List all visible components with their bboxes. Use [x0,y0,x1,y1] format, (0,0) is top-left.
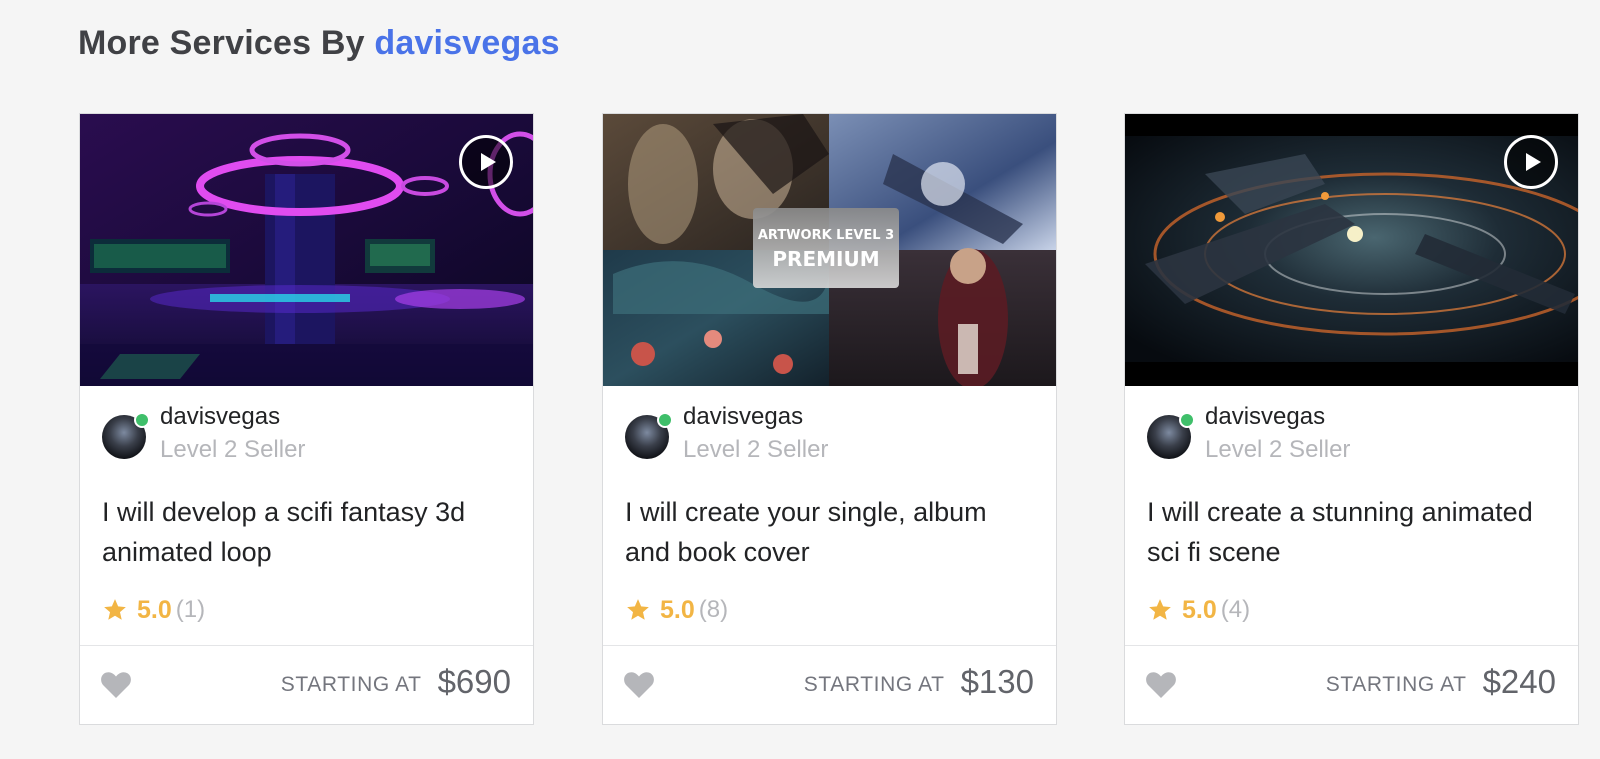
gig-thumbnail[interactable]: ARTWORK LEVEL 3 PREMIUM [603,114,1056,386]
gig-thumbnail[interactable] [80,114,533,386]
seller-avatar[interactable] [1147,412,1195,459]
gig-card: ARTWORK LEVEL 3 PREMIUM davisvegas Level… [602,113,1057,725]
gig-price[interactable]: $240 [1483,663,1556,701]
gig-price[interactable]: $690 [438,663,511,701]
seller-level: Level 2 Seller [160,436,306,463]
seller-info: davisvegas Level 2 Seller [102,403,522,467]
seller-info: davisvegas Level 2 Seller [625,403,1045,467]
play-icon [481,153,496,171]
seller-name[interactable]: davisvegas [1205,403,1325,431]
online-status-indicator [657,412,673,428]
seller-level: Level 2 Seller [1205,436,1351,463]
review-count: (4) [1220,596,1251,623]
gig-card: davisvegas Level 2 Seller I will develop… [79,113,534,725]
seller-name[interactable]: davisvegas [683,403,803,431]
gig-title-link[interactable]: I will create your single, album and boo… [625,492,1035,572]
price-info: STARTING AT $130 [804,662,1034,702]
gig-title-link[interactable]: I will create a stunning animated sci fi… [1147,492,1557,572]
gig-card-list: davisvegas Level 2 Seller I will develop… [79,113,1600,725]
gig-title-link[interactable]: I will develop a scifi fantasy 3d animat… [102,492,512,572]
gig-card-footer: STARTING AT $690 [80,645,533,724]
gig-thumbnail[interactable] [1125,114,1578,386]
play-icon [1526,153,1541,171]
seller-avatar[interactable] [102,412,150,459]
section-title: More Services By davisvegas [78,24,560,63]
play-video-button[interactable] [459,135,513,189]
price-info: STARTING AT $690 [281,662,511,702]
review-count: (8) [698,596,729,623]
rating-score: 5.0 [137,595,172,624]
section-title-prefix: More Services By [78,24,365,62]
price-info: STARTING AT $240 [1326,662,1556,702]
play-video-button[interactable] [1504,135,1558,189]
thumbnail-overlay-line2: PREMIUM [772,247,879,271]
gig-thumbnail-image-artwork-collage: ARTWORK LEVEL 3 PREMIUM [603,114,1056,386]
heart-icon[interactable] [623,669,655,699]
seller-info: davisvegas Level 2 Seller [1147,403,1567,467]
heart-icon[interactable] [100,669,132,699]
gig-rating: 5.0 (1) [102,594,205,626]
review-count: (1) [175,596,206,623]
rating-score: 5.0 [1182,595,1217,624]
seller-avatar[interactable] [625,412,673,459]
gig-rating: 5.0 (8) [625,594,728,626]
rating-score: 5.0 [660,595,695,624]
star-icon [1149,599,1171,620]
star-icon [104,599,126,620]
online-status-indicator [1179,412,1195,428]
online-status-indicator [134,412,150,428]
starting-at-label: STARTING AT [1325,673,1467,696]
star-icon [627,599,649,620]
starting-at-label: STARTING AT [803,673,945,696]
gig-price[interactable]: $130 [961,663,1034,701]
gig-card-footer: STARTING AT $130 [603,645,1056,724]
thumbnail-overlay-line1: ARTWORK LEVEL 3 [758,228,894,243]
gig-card-footer: STARTING AT $240 [1125,645,1578,724]
gig-card: davisvegas Level 2 Seller I will create … [1124,113,1579,725]
seller-level: Level 2 Seller [683,436,829,463]
seller-name[interactable]: davisvegas [160,403,280,431]
seller-profile-link[interactable]: davisvegas [374,24,559,62]
gig-rating: 5.0 (4) [1147,594,1250,626]
starting-at-label: STARTING AT [280,673,422,696]
heart-icon[interactable] [1145,669,1177,699]
